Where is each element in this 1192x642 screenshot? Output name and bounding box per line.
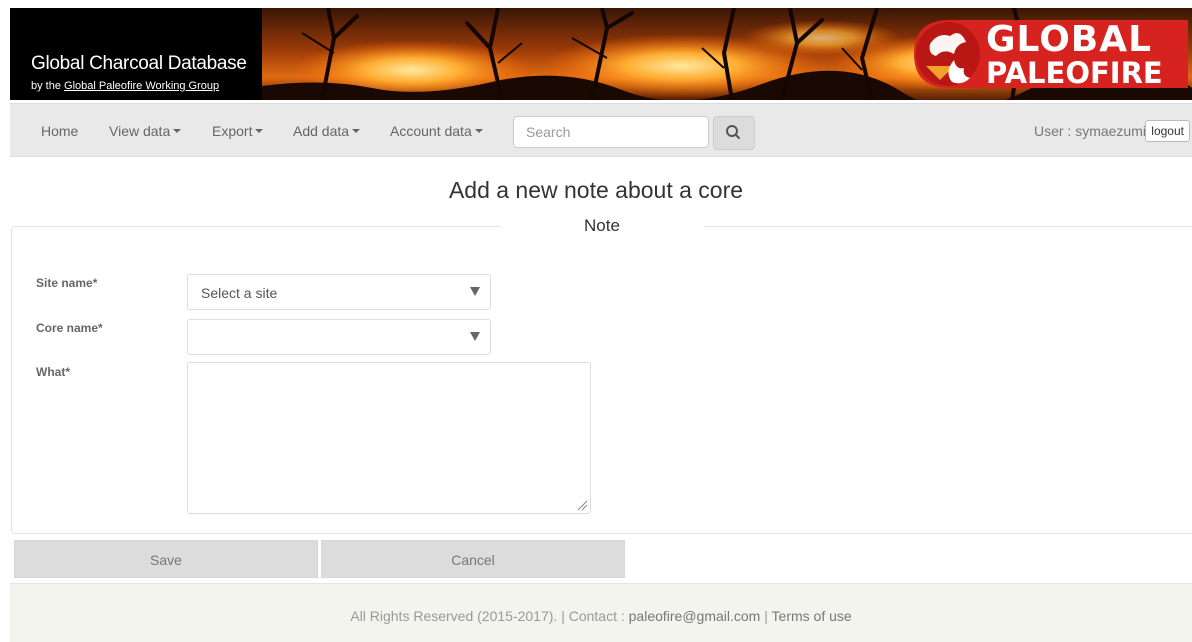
footer-rights: All Rights Reserved (2015-2017). | Conta… xyxy=(350,608,629,624)
site-name-label: Site name* xyxy=(36,276,98,290)
search-icon xyxy=(726,125,740,139)
save-button[interactable]: Save xyxy=(14,540,318,578)
working-group-link[interactable]: Global Paleofire Working Group xyxy=(64,80,219,92)
footer-text: All Rights Reserved (2015-2017). | Conta… xyxy=(10,608,1192,624)
what-textarea[interactable] xyxy=(187,362,591,514)
nav-home[interactable]: Home xyxy=(41,123,78,139)
nav-add-data-label: Add data xyxy=(293,123,350,139)
core-name-label: Core name* xyxy=(36,321,103,335)
fieldset-legend: Note xyxy=(500,216,704,236)
caret-down-icon xyxy=(173,129,182,134)
contact-email-link[interactable]: paleofire@gmail.com xyxy=(629,608,761,624)
terms-of-use-link[interactable]: Terms of use xyxy=(772,608,852,624)
current-user: User : symaezumi xyxy=(1033,123,1146,139)
core-name-select[interactable] xyxy=(187,319,491,355)
logo-line1: GLOBAL xyxy=(986,19,1153,60)
page-footer: All Rights Reserved (2015-2017). | Conta… xyxy=(10,583,1192,642)
caret-down-icon xyxy=(352,129,361,134)
logo-line2: PALEOFIRE xyxy=(986,56,1163,90)
dropdown-arrow-icon xyxy=(470,287,480,296)
nav-add-data[interactable]: Add data xyxy=(293,123,361,139)
dropdown-arrow-icon xyxy=(470,332,480,341)
nav-view-data[interactable]: View data xyxy=(109,123,182,139)
caret-down-icon xyxy=(474,129,483,134)
cancel-button[interactable]: Cancel xyxy=(321,540,625,578)
global-paleofire-logo: GLOBAL PALEOFIRE xyxy=(910,14,1192,94)
caret-down-icon xyxy=(255,129,264,134)
page-title: Add a new note about a core xyxy=(448,177,744,203)
resize-grip-icon[interactable] xyxy=(576,499,588,511)
footer-separator: | xyxy=(760,608,772,624)
nav-home-label: Home xyxy=(41,123,79,139)
header-banner: Global Charcoal Database by the Global P… xyxy=(10,8,1192,100)
main-navbar: Home View data Export Add data Account d… xyxy=(10,103,1192,157)
site-name-selected: Select a site xyxy=(201,285,278,301)
nav-export-label: Export xyxy=(212,123,253,139)
site-title: Global Charcoal Database xyxy=(31,53,247,74)
logout-button[interactable]: logout xyxy=(1145,120,1190,142)
nav-account-data-label: Account data xyxy=(390,123,472,139)
nav-account-data[interactable]: Account data xyxy=(390,123,483,139)
search-input[interactable] xyxy=(513,116,709,148)
nav-view-data-label: View data xyxy=(109,123,171,139)
site-brand: Global Charcoal Database by the Global P… xyxy=(10,8,262,100)
subtitle-prefix: by the xyxy=(31,80,65,92)
logo-wordmark: GLOBAL PALEOFIRE xyxy=(986,22,1186,88)
site-subtitle: by the Global Paleofire Working Group xyxy=(31,80,219,92)
what-label: What* xyxy=(36,365,70,379)
search-button[interactable] xyxy=(713,116,755,150)
nav-export[interactable]: Export xyxy=(212,123,264,139)
site-name-select[interactable]: Select a site xyxy=(187,274,491,310)
